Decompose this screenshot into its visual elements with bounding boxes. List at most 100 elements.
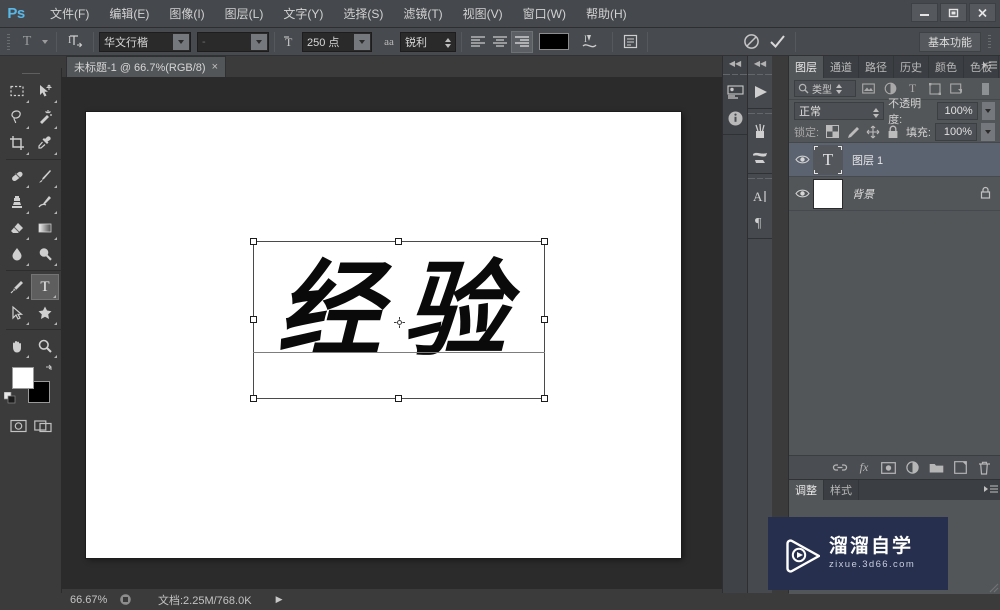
- mini-bridge-icon[interactable]: [723, 79, 748, 105]
- opacity-input[interactable]: 100%: [937, 101, 978, 120]
- layer-mask-button[interactable]: [877, 458, 899, 478]
- tab-layers[interactable]: 图层: [789, 56, 824, 78]
- chevron-down-icon[interactable]: [173, 33, 189, 50]
- eraser-tool[interactable]: [3, 215, 31, 241]
- align-right-button[interactable]: [511, 30, 533, 53]
- tool-flyout-indicator[interactable]: [54, 211, 57, 214]
- tab-adjustments[interactable]: 调整: [789, 480, 824, 500]
- text-color-swatch[interactable]: [539, 33, 569, 50]
- smart-object-filter-icon[interactable]: [947, 80, 966, 98]
- tab-styles[interactable]: 样式: [824, 480, 859, 500]
- transform-handle-top-center[interactable]: [395, 238, 402, 245]
- menu-image[interactable]: 图像(I): [159, 2, 214, 26]
- menu-type[interactable]: 文字(Y): [273, 2, 333, 26]
- status-menu-icon[interactable]: ▶: [276, 594, 283, 605]
- cancel-edits-button[interactable]: [738, 31, 764, 53]
- tool-flyout-indicator[interactable]: [54, 237, 57, 240]
- text-transform-box[interactable]: [250, 238, 548, 402]
- new-layer-button[interactable]: [949, 458, 971, 478]
- dodge-tool[interactable]: [31, 241, 59, 267]
- transform-handle-bottom-center[interactable]: [395, 395, 402, 402]
- options-bar-right-grip[interactable]: [985, 31, 994, 53]
- align-center-button[interactable]: [489, 31, 511, 53]
- tool-flyout-indicator[interactable]: [54, 152, 57, 155]
- screen-mode-icon[interactable]: [32, 415, 54, 437]
- transform-handle-bottom-right[interactable]: [541, 395, 548, 402]
- type-tool-preset-icon[interactable]: T: [16, 31, 38, 53]
- layer-name-text[interactable]: 图层 1: [852, 152, 1000, 168]
- close-icon[interactable]: [969, 3, 996, 22]
- commit-edits-button[interactable]: [764, 31, 790, 53]
- layer-style-button[interactable]: fx: [853, 458, 875, 478]
- tool-flyout-indicator[interactable]: [54, 100, 57, 103]
- opacity-dropdown-icon[interactable]: [981, 101, 995, 120]
- info-icon[interactable]: [723, 105, 748, 131]
- tool-flyout-indicator[interactable]: [26, 237, 29, 240]
- document-sizes-icon[interactable]: [114, 593, 136, 606]
- tool-flyout-indicator[interactable]: [26, 355, 29, 358]
- filter-toggle-icon[interactable]: [976, 80, 995, 98]
- tool-flyout-indicator[interactable]: [26, 126, 29, 129]
- document-canvas[interactable]: 经验: [86, 112, 681, 558]
- paragraph-panel-icon[interactable]: ¶: [748, 209, 773, 235]
- menu-file[interactable]: 文件(F): [40, 2, 99, 26]
- brush-presets-icon[interactable]: [748, 144, 773, 170]
- collapse-dock-icon[interactable]: ◀◀: [723, 56, 747, 70]
- font-size-input[interactable]: 250 点: [302, 31, 372, 52]
- swap-colors-icon[interactable]: [44, 363, 55, 377]
- tool-flyout-indicator[interactable]: [54, 126, 57, 129]
- document-tab[interactable]: 未标题-1 @ 66.7%(RGB/8) ×: [66, 56, 227, 77]
- menu-filter[interactable]: 滤镜(T): [393, 2, 452, 26]
- foreground-color-swatch[interactable]: [12, 367, 34, 389]
- layer-filter-type-select[interactable]: 类型: [794, 80, 856, 97]
- blend-mode-select[interactable]: 正常: [794, 101, 885, 121]
- transform-handle-bottom-left[interactable]: [250, 395, 257, 402]
- restore-icon[interactable]: [940, 3, 967, 22]
- tools-panel-grip[interactable]: [0, 68, 61, 78]
- dock-group-grip[interactable]: [748, 109, 773, 118]
- chevron-down-icon[interactable]: [251, 33, 267, 50]
- pen-tool[interactable]: [3, 274, 31, 300]
- tab-channels[interactable]: 通道: [824, 56, 859, 78]
- dock-group-grip[interactable]: [748, 174, 773, 183]
- layer-thumbnail-text[interactable]: T: [813, 144, 843, 175]
- fill-dropdown-icon[interactable]: [981, 122, 995, 141]
- magic-wand-tool[interactable]: [31, 104, 59, 130]
- history-brush-tool[interactable]: [31, 189, 59, 215]
- text-orientation-icon[interactable]: I: [62, 31, 88, 53]
- custom-shape-tool[interactable]: [31, 300, 59, 326]
- tool-flyout-indicator[interactable]: [26, 322, 29, 325]
- blur-tool[interactable]: [3, 241, 31, 267]
- dock-group-grip[interactable]: [748, 70, 773, 79]
- collapse-dock-icon[interactable]: ◀◀: [748, 56, 772, 70]
- layer-row-text[interactable]: T 图层 1: [789, 143, 1000, 177]
- move-tool[interactable]: [31, 78, 59, 104]
- transform-handle-top-left[interactable]: [250, 238, 257, 245]
- adjustment-layer-button[interactable]: [901, 458, 923, 478]
- transform-handle-middle-right[interactable]: [541, 316, 548, 323]
- new-group-button[interactable]: [925, 458, 947, 478]
- panel-menu-icon[interactable]: [984, 484, 998, 497]
- layer-name-background[interactable]: 背景: [852, 186, 980, 202]
- antialias-select[interactable]: 锐利: [400, 31, 456, 52]
- dock-group-grip[interactable]: [723, 70, 748, 79]
- hand-tool[interactable]: [3, 333, 31, 359]
- transform-handle-middle-left[interactable]: [250, 316, 257, 323]
- tool-flyout-indicator[interactable]: [26, 211, 29, 214]
- align-left-button[interactable]: [467, 31, 489, 53]
- tool-flyout-indicator[interactable]: [26, 100, 29, 103]
- lasso-tool[interactable]: [3, 104, 31, 130]
- lock-position-icon[interactable]: [865, 124, 880, 139]
- fill-input[interactable]: 100%: [935, 122, 977, 141]
- warp-text-icon[interactable]: I: [577, 31, 601, 53]
- clone-stamp-tool[interactable]: [3, 189, 31, 215]
- link-layers-button[interactable]: [829, 458, 851, 478]
- layer-visibility-icon[interactable]: [791, 188, 813, 199]
- tab-history[interactable]: 历史: [894, 56, 929, 78]
- menu-select[interactable]: 选择(S): [333, 2, 393, 26]
- stepper-icon[interactable]: [871, 105, 881, 121]
- default-colors-icon[interactable]: [3, 391, 16, 409]
- tool-flyout-indicator[interactable]: [26, 185, 29, 188]
- tool-flyout-indicator[interactable]: [26, 152, 29, 155]
- gradient-tool[interactable]: [31, 215, 59, 241]
